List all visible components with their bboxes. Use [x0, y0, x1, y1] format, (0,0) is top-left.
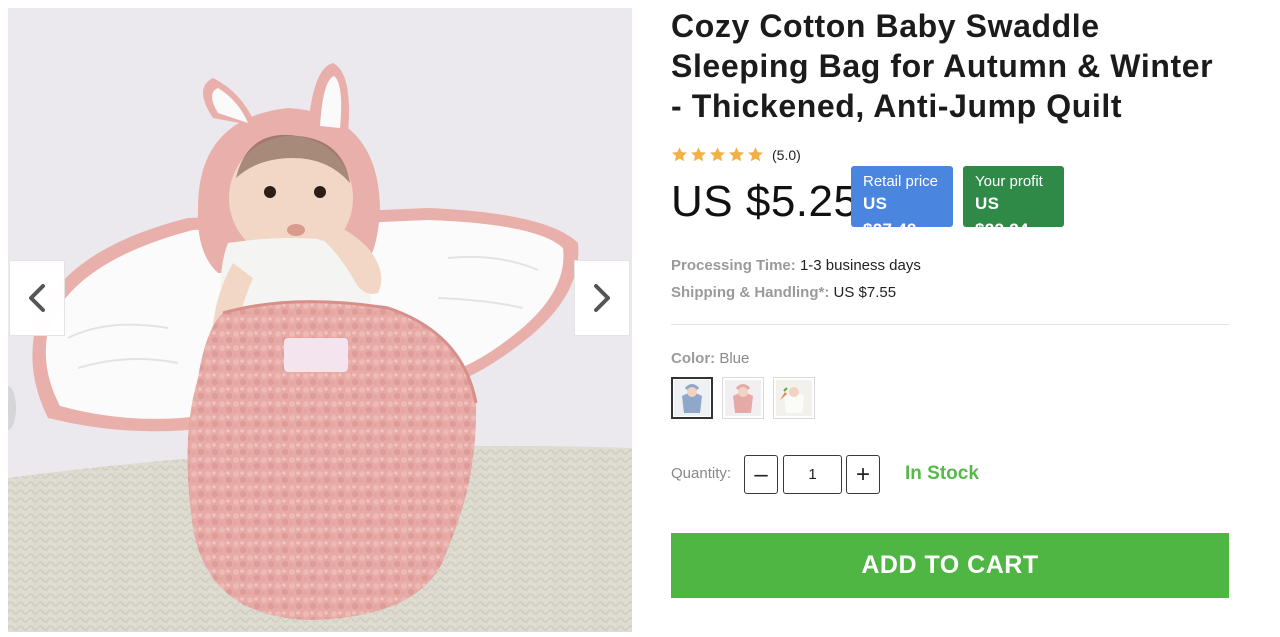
color-label: Color:	[671, 350, 716, 367]
shipping-handling: Shipping & Handling*: US $7.55	[671, 283, 896, 303]
product-title: Cozy Cotton Baby Swaddle Sleeping Bag fo…	[671, 8, 1214, 124]
product-image-gallery	[8, 8, 632, 632]
processing-time: Processing Time: 1-3 business days	[671, 256, 921, 276]
swatch-blue-thumbnail	[674, 380, 710, 416]
quantity-input[interactable]	[783, 455, 842, 494]
profit-label: Your profit	[975, 173, 1043, 190]
star-icon	[672, 147, 687, 162]
quantity-label: Quantity:	[671, 465, 732, 482]
rating-score: (5.0)	[772, 146, 801, 163]
chevron-right-icon	[594, 284, 610, 312]
profit-badge: Your profit US $22.24	[963, 166, 1064, 239]
star-icon	[691, 147, 706, 162]
retail-price-value: US $27.49	[863, 194, 917, 239]
swatch-pink-thumbnail	[725, 380, 761, 416]
quantity-increase-button[interactable]: +	[846, 455, 880, 494]
star-icon	[748, 147, 763, 162]
retail-price-label: Retail price	[863, 173, 939, 190]
star-icon	[710, 147, 725, 162]
swatch-pink[interactable]	[722, 377, 764, 419]
stock-status: In Stock	[905, 463, 979, 484]
processing-time-label: Processing Time:	[671, 257, 796, 274]
rating: (5.0)	[671, 146, 801, 163]
color-selection: Color: Blue	[671, 349, 749, 369]
swatch-white-carrot[interactable]	[773, 377, 815, 419]
product-info: Cozy Cotton Baby Swaddle Sleeping Bag fo…	[671, 6, 1229, 598]
quantity-decrease-button[interactable]: –	[744, 455, 778, 494]
swatch-white-thumbnail	[776, 380, 812, 416]
processing-time-value: 1-3 business days	[799, 257, 921, 274]
color-swatches	[671, 377, 815, 419]
product-photo	[8, 8, 632, 632]
swatch-blue[interactable]	[671, 377, 713, 419]
add-to-cart-button[interactable]: ADD TO CART	[671, 533, 1229, 598]
color-value: Blue	[719, 350, 750, 367]
chevron-left-icon	[29, 284, 45, 312]
profit-value: US $22.24	[975, 194, 1029, 239]
star-icon	[729, 147, 744, 162]
quantity-row: Quantity: – + In Stock	[671, 455, 1229, 495]
shipping-label: Shipping & Handling*:	[671, 284, 830, 301]
product-price: US $5.25	[671, 177, 859, 226]
gallery-prev-button[interactable]	[9, 260, 65, 336]
gallery-next-button[interactable]	[574, 260, 630, 336]
star-rating	[671, 146, 764, 163]
divider	[671, 324, 1229, 325]
retail-price-badge: Retail price US $27.49	[851, 166, 953, 239]
shipping-value: US $7.55	[833, 284, 897, 301]
